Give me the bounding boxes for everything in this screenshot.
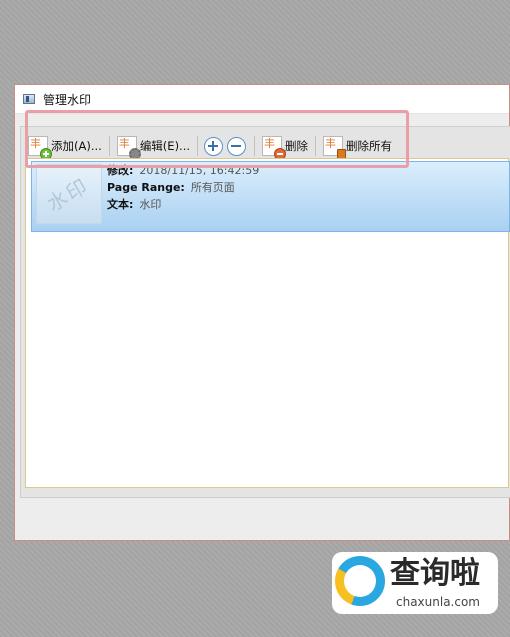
toolbar-separator (108, 136, 110, 156)
toolbar: 丰 添加(A)... 丰 编辑(E)... 丰 删除 丰 删除所有 (25, 131, 505, 161)
search-logo-icon (335, 556, 385, 606)
add-button[interactable]: 丰 添加(A)... (25, 133, 105, 160)
page-range-value: 所有页面 (190, 181, 235, 194)
text-label: 文本: (107, 198, 134, 211)
delete-all-icon: 丰 (323, 136, 347, 160)
toolbar-separator (254, 136, 256, 156)
edit-button[interactable]: 丰 编辑(E)... (114, 133, 193, 160)
toolbar-separator (197, 136, 199, 156)
delete-button[interactable]: 丰 删除 (259, 133, 311, 160)
edit-button-label: 编辑(E)... (139, 139, 191, 153)
delete-watermark-icon: 丰 (262, 136, 287, 160)
thumbnail-text: 水印 (42, 173, 93, 217)
add-watermark-icon: 丰 (28, 136, 52, 160)
page-range-label: Page Range: (107, 181, 185, 194)
edit-watermark-icon: 丰 (116, 136, 141, 160)
toolbar-separator (315, 136, 317, 156)
zoom-in-icon[interactable] (204, 136, 224, 156)
watermark-list-item[interactable]: 水印 修改: 2018/11/15, 16:42:59 Page Range: 所有… (31, 161, 510, 232)
window-title: 管理水印 (43, 93, 92, 107)
delete-button-label: 删除 (285, 139, 309, 153)
brand-name: 查询啦 (390, 556, 480, 591)
manage-watermark-dialog: 管理水印 丰 添加(A)... 丰 编辑(E)... 丰 删除 丰 删除所有 水… (14, 84, 510, 541)
title-bar: 管理水印 (15, 85, 509, 114)
modified-label: 修改: (107, 164, 134, 177)
modified-value: 2018/11/15, 16:42:59 (139, 164, 260, 177)
zoom-out-icon[interactable] (227, 136, 247, 156)
text-value: 水印 (139, 198, 162, 211)
add-button-label: 添加(A)... (51, 139, 102, 153)
app-icon (23, 94, 35, 104)
brand-logo: 查询啦 chaxunla.com (332, 552, 498, 614)
brand-url: chaxunla.com (396, 595, 480, 609)
watermark-list: 水印 修改: 2018/11/15, 16:42:59 Page Range: 所有… (25, 158, 510, 488)
delete-all-button-label: 删除所有 (346, 139, 393, 153)
watermark-info: 修改: 2018/11/15, 16:42:59 Page Range: 所有页面 … (107, 162, 259, 213)
delete-all-button[interactable]: 丰 删除所有 (320, 133, 395, 160)
watermark-thumbnail: 水印 (36, 164, 102, 224)
